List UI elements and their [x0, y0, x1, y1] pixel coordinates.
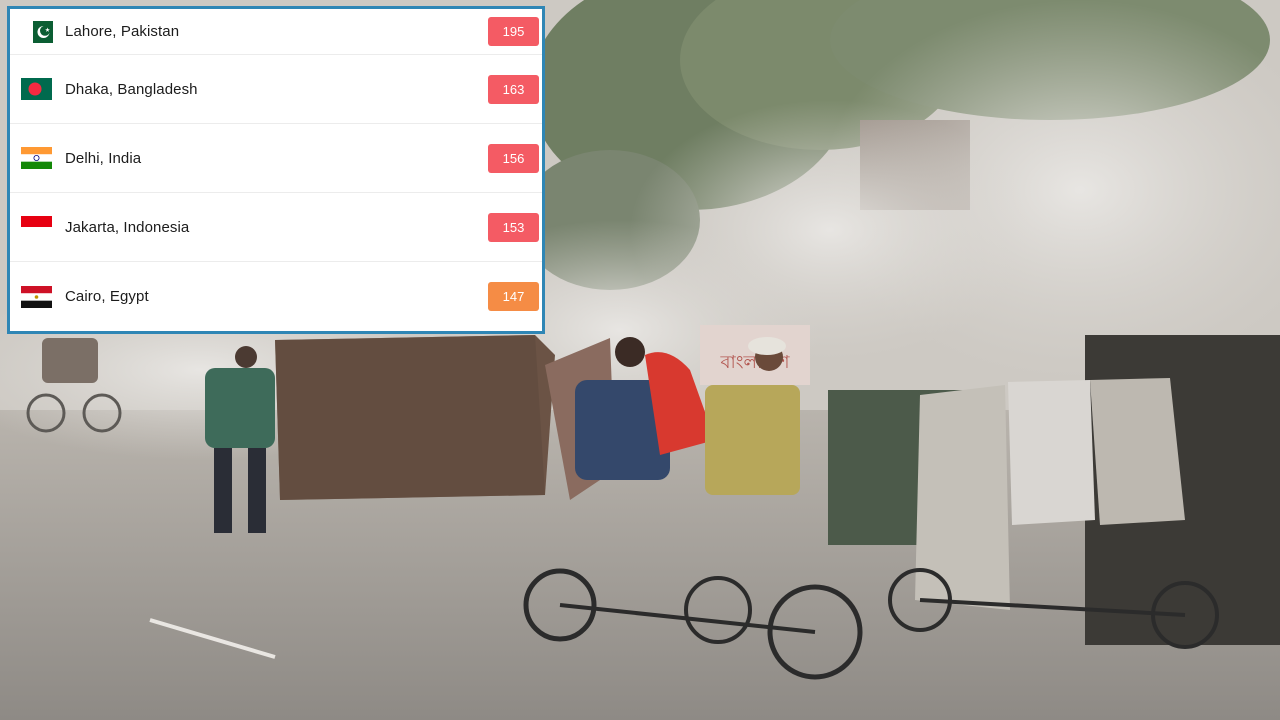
- city-name: Lahore, Pakistan: [65, 23, 180, 40]
- ranking-row-dhaka: Dhaka, Bangladesh 163: [10, 55, 542, 124]
- aqi-badge: 147: [488, 282, 539, 311]
- aqi-badge: 195: [488, 17, 539, 46]
- city-name: Jakarta, Indonesia: [65, 218, 190, 236]
- city-name: Cairo, Egypt: [65, 288, 149, 305]
- egypt-flag-icon: [21, 285, 52, 308]
- pakistan-flag-icon: [29, 20, 53, 43]
- city-name: Delhi, India: [65, 149, 142, 167]
- aqi-badge: 156: [488, 143, 539, 173]
- ranking-row-cairo: Cairo, Egypt 147: [10, 262, 542, 331]
- aqi-badge: 163: [488, 74, 539, 104]
- ranking-row-jakarta: Jakarta, Indonesia 153: [10, 193, 542, 262]
- ranking-row-delhi: Delhi, India 156: [10, 124, 542, 193]
- city-name: Dhaka, Bangladesh: [65, 80, 198, 98]
- bangladesh-flag-icon: [21, 78, 52, 100]
- ranking-row-lahore: Lahore, Pakistan 195: [10, 9, 542, 55]
- aqi-ranking-card: Lahore, Pakistan 195 Dhaka, Bangladesh 1…: [7, 6, 545, 334]
- india-flag-icon: [21, 147, 52, 169]
- aqi-badge: 153: [488, 212, 539, 242]
- indonesia-flag-icon: [21, 216, 52, 238]
